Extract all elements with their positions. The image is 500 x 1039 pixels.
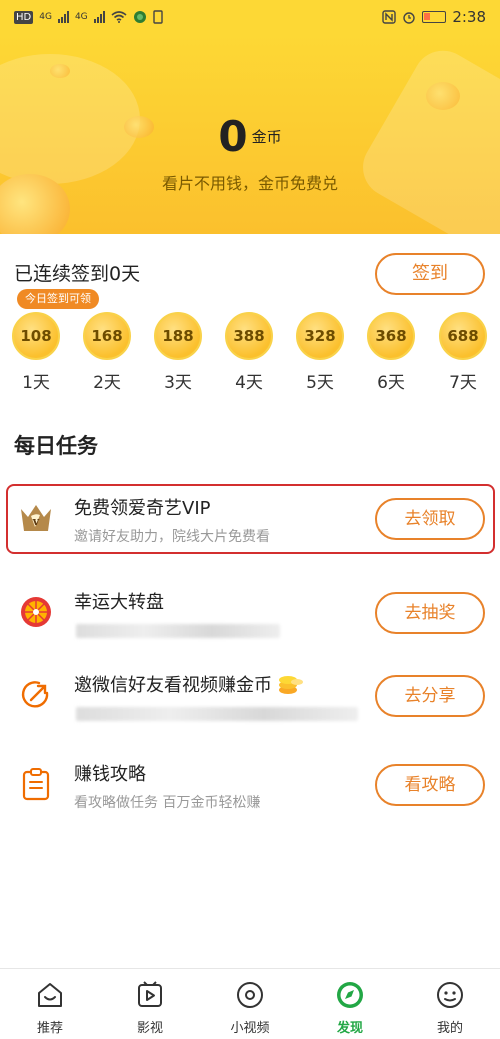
app-notification-icon <box>133 11 146 23</box>
status-left: HD 4G 4G <box>14 10 163 24</box>
coin-balance-unit: 金币 <box>251 128 282 146</box>
clock-time: 2:38 <box>452 8 486 26</box>
task-invite-friends: 邀微信好友看视频赚金币 去分享 <box>0 663 500 733</box>
daily-tasks-heading: 每日任务 <box>14 434 98 458</box>
coin-balance-banner: 0 金币 看片不用钱，金币免费兑 <box>0 34 500 234</box>
lucky-wheel-icon <box>18 594 54 630</box>
signal-icon <box>57 11 69 23</box>
profile-face-icon <box>434 979 466 1011</box>
coin-stack-icon <box>278 673 304 699</box>
checkin-day-7: 688 7天 <box>436 312 490 393</box>
nav-label: 小视频 <box>230 1021 270 1036</box>
bottom-navigation: 推荐 影视 小视频 发现 我的 <box>0 968 500 1039</box>
battery-icon <box>422 11 447 23</box>
claim-vip-button[interactable]: 去领取 <box>375 498 485 540</box>
day-label: 6天 <box>377 373 405 393</box>
network-type-1: 4G <box>39 12 52 22</box>
day-label: 1天 <box>22 373 50 393</box>
spin-wheel-button[interactable]: 去抽奖 <box>375 592 485 634</box>
banner-subtitle: 看片不用钱，金币免费兑 <box>161 174 338 193</box>
nav-tab-discover[interactable]: 发现 <box>300 969 400 1039</box>
coin-decoration-icon <box>426 82 460 110</box>
day-coin-amount: 108 <box>12 312 60 360</box>
compass-icon <box>334 979 366 1011</box>
nav-label: 推荐 <box>36 1021 63 1036</box>
day-label: 5天 <box>306 373 334 393</box>
coin-decoration-icon <box>50 64 70 78</box>
nav-tab-short-video[interactable]: 小视频 <box>200 969 300 1039</box>
home-smile-icon <box>34 979 66 1011</box>
svg-text:v: v <box>32 515 40 528</box>
day-coin-amount: 688 <box>439 312 487 360</box>
task-title-text: 邀微信好友看视频赚金币 <box>74 675 272 696</box>
nfc-icon <box>382 10 397 24</box>
task-subtitle-blurred <box>76 624 280 638</box>
coin-balance: 0 金币 <box>0 112 500 161</box>
wifi-icon <box>111 11 127 23</box>
task-title: 免费领爱奇艺VIP <box>74 498 211 519</box>
video-play-icon <box>134 979 166 1011</box>
hd-badge: HD <box>14 10 34 24</box>
day-coin-amount: 368 <box>367 312 415 360</box>
task-subtitle-blurred <box>76 707 358 721</box>
nav-tab-profile[interactable]: 我的 <box>400 969 500 1039</box>
coin-balance-value: 0 <box>218 112 248 161</box>
status-bar: HD 4G 4G 2:38 <box>0 0 500 34</box>
nav-tab-recommend[interactable]: 推荐 <box>0 969 100 1039</box>
checkin-day-4: 388 4天 <box>222 312 276 393</box>
task-subtitle: 邀请好友助力，院线大片免费看 <box>74 529 270 545</box>
day-label: 3天 <box>164 373 192 393</box>
day-coin-amount: 168 <box>83 312 131 360</box>
checkin-day-1: 108 1天 <box>9 312 63 393</box>
share-button[interactable]: 去分享 <box>375 675 485 717</box>
day-label: 2天 <box>93 373 121 393</box>
checkin-day-5: 328 5天 <box>293 312 347 393</box>
checkin-button[interactable]: 签到 <box>375 253 485 295</box>
status-right: 2:38 <box>382 8 486 26</box>
sim-icon <box>152 10 163 24</box>
signal-icon-2 <box>93 11 105 23</box>
checkin-day-6: 368 6天 <box>364 312 418 393</box>
task-lucky-wheel: 幸运大转盘 去抽奖 <box>0 580 500 650</box>
day-label: 7天 <box>449 373 477 393</box>
day-coin-amount: 188 <box>154 312 202 360</box>
vip-crown-icon: v <box>18 500 54 536</box>
task-earning-guide: 赚钱攻略 看攻略做任务 百万金币轻松赚 看攻略 <box>0 752 500 822</box>
view-guide-button[interactable]: 看攻略 <box>375 764 485 806</box>
nav-tab-movies[interactable]: 影视 <box>100 969 200 1039</box>
day-coin-amount: 388 <box>225 312 273 360</box>
network-type-2: 4G <box>74 12 88 22</box>
task-title: 幸运大转盘 <box>74 592 164 613</box>
nav-label: 我的 <box>436 1021 463 1036</box>
day-label: 4天 <box>235 373 263 393</box>
checkin-day-2: 168 2天 <box>80 312 134 393</box>
day-coin-amount: 328 <box>296 312 344 360</box>
checkin-day-3: 188 3天 <box>151 312 205 393</box>
task-title: 邀微信好友看视频赚金币 <box>74 671 304 699</box>
nav-label: 影视 <box>136 1021 163 1036</box>
checkin-streak-title: 已连续签到0天 <box>14 263 141 285</box>
share-arrow-icon <box>18 677 54 713</box>
task-title: 赚钱攻略 <box>74 764 146 785</box>
clipboard-icon <box>18 766 54 802</box>
nav-label: 发现 <box>336 1021 363 1036</box>
disc-icon <box>234 979 266 1011</box>
task-subtitle: 看攻略做任务 百万金币轻松赚 <box>74 795 261 811</box>
task-free-vip: v 免费领爱奇艺VIP 邀请好友助力，院线大片免费看 去领取 <box>0 486 500 556</box>
alarm-icon <box>403 12 416 24</box>
today-reward-tag: 今日签到可领 <box>17 289 99 309</box>
